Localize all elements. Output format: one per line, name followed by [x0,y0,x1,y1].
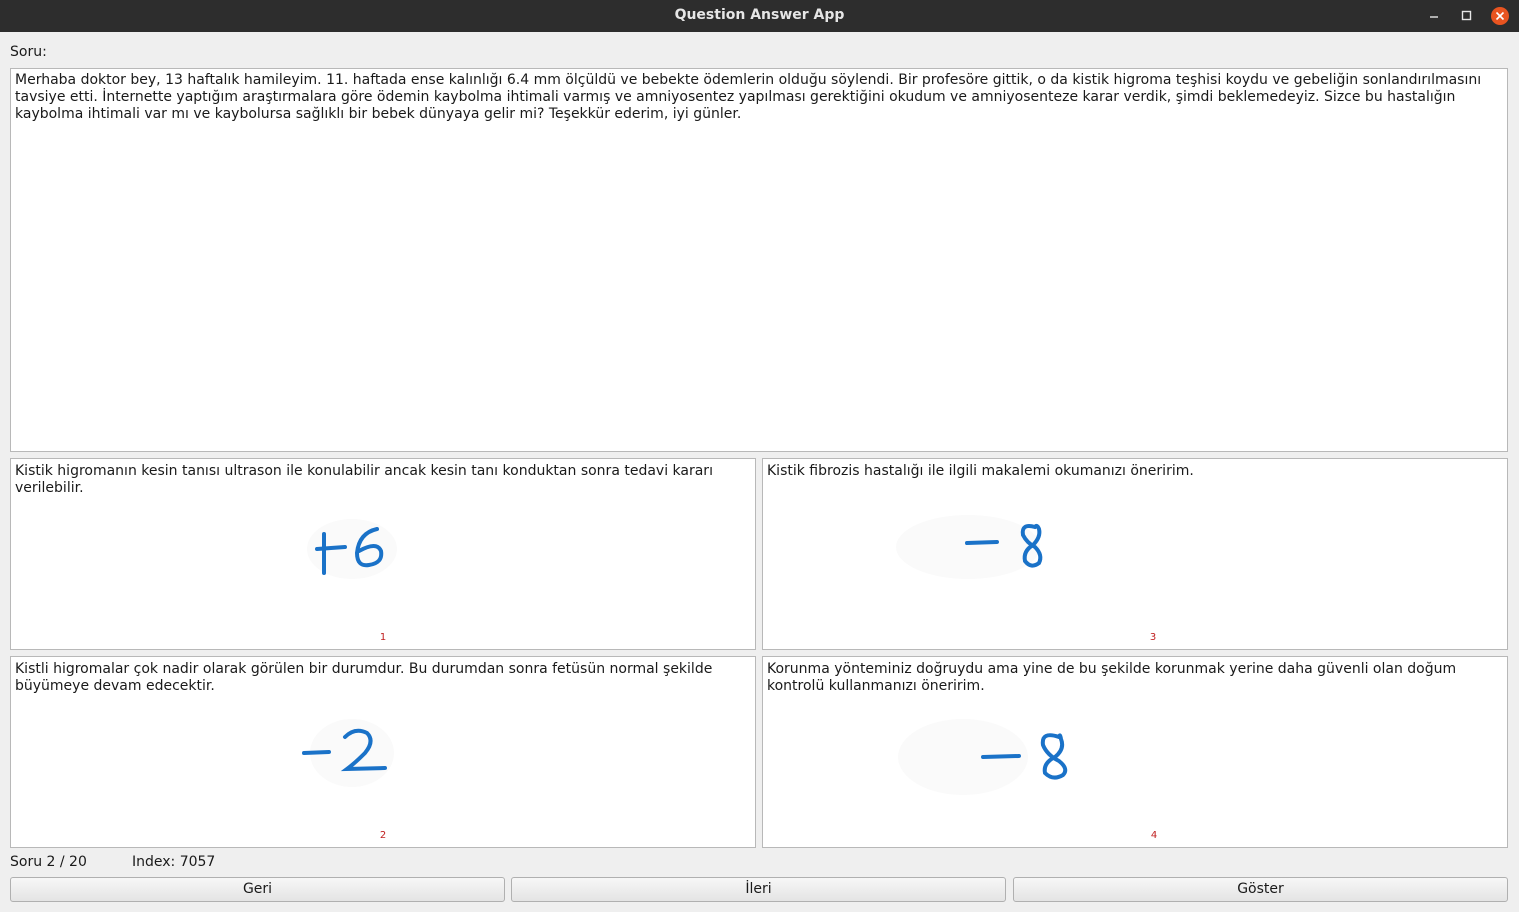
handwritten-score-image [898,719,1068,795]
answer-text: Kistli higromalar çok nadir olarak görül… [15,661,713,694]
handwritten-score-image [302,719,394,787]
answer-panel-1[interactable]: Kistik higromanın kesin tanısı ultrason … [10,458,756,650]
question-counter: Soru 2 / 20 [10,854,87,870]
answer-number: 1 [379,632,387,643]
answer-text: Korunma yönteminiz doğruydu ama yine de … [767,661,1457,694]
answer-number: 2 [379,830,387,841]
question-text: Merhaba doktor bey, 13 haftalık hamileyi… [15,72,1482,122]
answer-panel-4[interactable]: Korunma yönteminiz doğruydu ama yine de … [762,656,1508,848]
back-button[interactable]: Geri [10,877,505,902]
close-icon[interactable] [1489,5,1511,27]
question-text-area[interactable]: Merhaba doktor bey, 13 haftalık hamileyi… [10,68,1508,452]
answer-panel-3[interactable]: Kistik fibrozis hastalığı ile ilgili mak… [762,458,1508,650]
app-window: Question Answer App Soru: Merhaba doktor… [0,0,1519,912]
answer-number: 3 [1149,632,1157,643]
question-label: Soru: [10,44,47,60]
title-bar: Question Answer App [0,0,1519,32]
show-button[interactable]: Göster [1013,877,1508,902]
handwritten-score-image [307,519,397,579]
answer-panel-2[interactable]: Kistli higromalar çok nadir olarak görül… [10,656,756,848]
handwritten-score-image [896,515,1043,579]
answer-number: 4 [1150,830,1158,841]
maximize-icon[interactable] [1456,5,1478,27]
answer-text: Kistik higromanın kesin tanısı ultrason … [15,463,713,496]
minimize-icon[interactable] [1423,5,1445,27]
answer-text: Kistik fibrozis hastalığı ile ilgili mak… [767,463,1194,479]
window-title: Question Answer App [674,7,845,23]
index-label: Index: 7057 [132,854,216,870]
next-button[interactable]: İleri [511,877,1006,902]
